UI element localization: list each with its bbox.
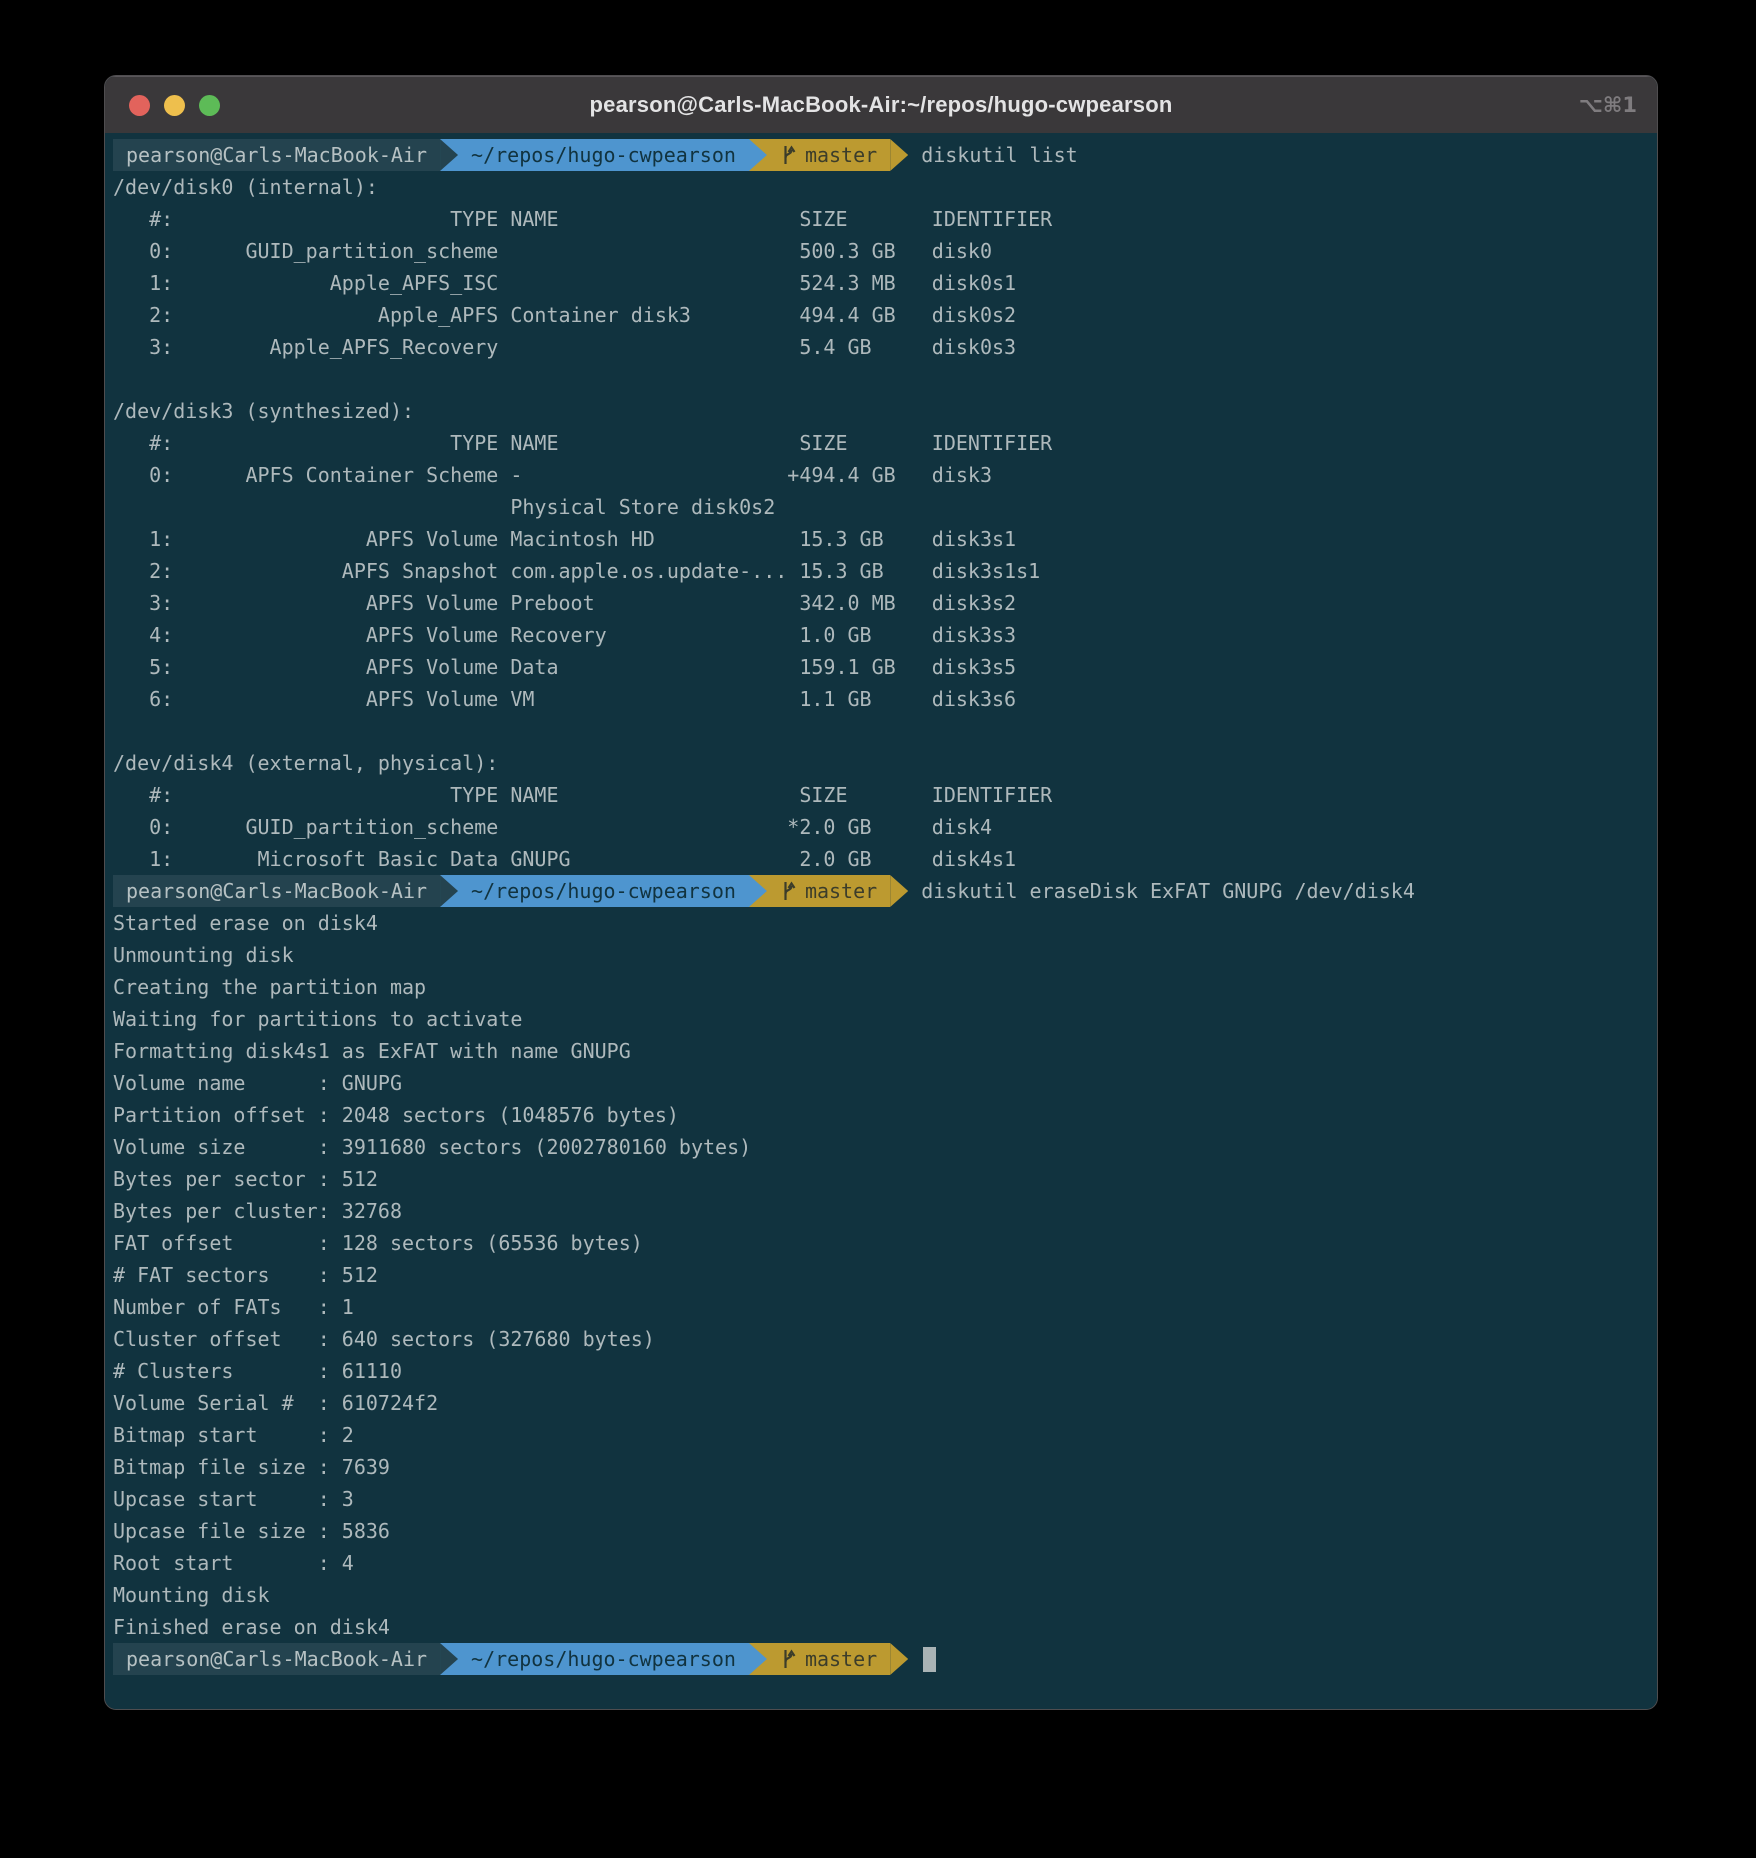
terminal-cursor[interactable]: [923, 1647, 936, 1672]
prompt-git-segment: master: [767, 139, 890, 171]
erase-disk-output: Started erase on disk4 Unmounting disk C…: [113, 907, 1649, 1643]
git-branch-icon: [780, 1648, 797, 1670]
prompt-path: ~/repos/hugo-cwpearson: [458, 139, 749, 171]
command-text: diskutil eraseDisk ExFAT GNUPG /dev/disk…: [921, 875, 1415, 907]
git-branch-icon: [780, 880, 797, 902]
prompt-git-segment: master: [767, 875, 890, 907]
powerline-separator-icon: [749, 875, 767, 907]
prompt-line-2: pearson@Carls-MacBook-Air ~/repos/hugo-c…: [113, 875, 1649, 907]
powerline-separator-icon: [440, 139, 458, 171]
terminal-window: pearson@Carls-MacBook-Air:~/repos/hugo-c…: [104, 75, 1658, 1710]
powerline-separator-icon: [440, 875, 458, 907]
prompt-path: ~/repos/hugo-cwpearson: [458, 875, 749, 907]
prompt-branch-name: master: [805, 139, 877, 171]
powerline-separator-icon: [440, 1643, 458, 1675]
prompt-path: ~/repos/hugo-cwpearson: [458, 1643, 749, 1675]
prompt-user-host: pearson@Carls-MacBook-Air: [113, 139, 440, 171]
titlebar[interactable]: pearson@Carls-MacBook-Air:~/repos/hugo-c…: [105, 76, 1657, 133]
close-button[interactable]: [129, 95, 150, 116]
fullscreen-button[interactable]: [199, 95, 220, 116]
powerline-separator-icon: [749, 1643, 767, 1675]
prompt-user-host: pearson@Carls-MacBook-Air: [113, 875, 440, 907]
prompt-branch-name: master: [805, 1643, 877, 1675]
window-shortcut-badge: ⌥⌘1: [1579, 77, 1637, 133]
prompt-line-current[interactable]: pearson@Carls-MacBook-Air ~/repos/hugo-c…: [113, 1643, 1649, 1675]
prompt-line-1: pearson@Carls-MacBook-Air ~/repos/hugo-c…: [113, 139, 1649, 171]
powerline-separator-icon: [890, 139, 908, 171]
git-branch-icon: [780, 144, 797, 166]
prompt-branch-name: master: [805, 875, 877, 907]
traffic-lights: [129, 77, 220, 133]
powerline-separator-icon: [890, 875, 908, 907]
diskutil-list-output: /dev/disk0 (internal): #: TYPE NAME SIZE…: [113, 171, 1649, 875]
window-title: pearson@Carls-MacBook-Air:~/repos/hugo-c…: [590, 92, 1173, 118]
minimize-button[interactable]: [164, 95, 185, 116]
prompt-user-host: pearson@Carls-MacBook-Air: [113, 1643, 440, 1675]
prompt-git-segment: master: [767, 1643, 890, 1675]
powerline-separator-icon: [749, 139, 767, 171]
powerline-separator-icon: [890, 1643, 908, 1675]
terminal-content[interactable]: pearson@Carls-MacBook-Air ~/repos/hugo-c…: [105, 133, 1657, 1710]
command-text: diskutil list: [921, 139, 1078, 171]
